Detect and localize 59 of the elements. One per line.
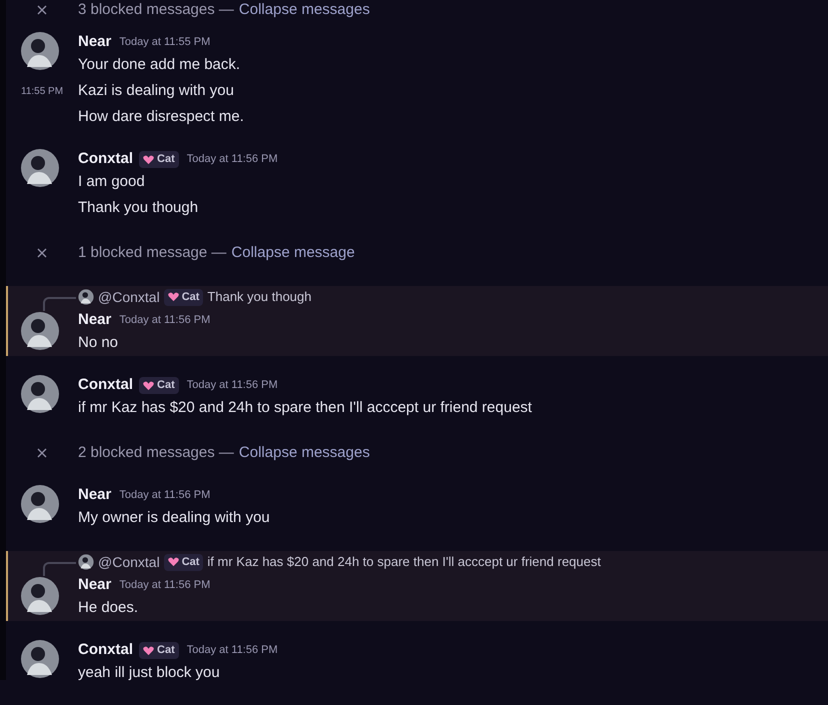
timestamp: Today at 11:56 PM bbox=[119, 578, 210, 594]
heart-icon bbox=[143, 646, 154, 656]
avatar[interactable] bbox=[20, 484, 60, 524]
message-text: Your done add me back. bbox=[78, 54, 240, 75]
timestamp: Today at 11:55 PM bbox=[119, 35, 210, 50]
reply-connector bbox=[43, 562, 76, 576]
username[interactable]: Near bbox=[78, 309, 112, 332]
collapse-link[interactable]: Collapse messages bbox=[238, 0, 370, 22]
close-icon[interactable] bbox=[37, 448, 47, 458]
avatar[interactable] bbox=[20, 31, 60, 71]
blocked-notice: 1 blocked message — bbox=[78, 242, 226, 263]
reply-author[interactable]: @Conxtal bbox=[98, 286, 160, 308]
hover-timestamp: 11:55 PM bbox=[21, 84, 64, 98]
reply-preview[interactable]: if mr Kaz has $20 and 24h to spare then I'll acccept ur friend request bbox=[207, 552, 601, 572]
avatar[interactable] bbox=[20, 148, 60, 188]
close-icon[interactable] bbox=[37, 248, 47, 258]
username[interactable]: Conxtal bbox=[78, 374, 134, 397]
blocked-notice: 3 blocked messages — bbox=[78, 0, 234, 20]
username[interactable]: Near bbox=[78, 574, 112, 597]
username[interactable]: Near bbox=[78, 31, 112, 54]
role-tag: Cat bbox=[139, 642, 179, 659]
message-text: Thank you though bbox=[78, 198, 198, 218]
message-text: How dare disrespect me. bbox=[78, 106, 244, 127]
heart-icon bbox=[168, 557, 179, 567]
message-text: No no bbox=[78, 332, 118, 353]
timestamp: Today at 11:56 PM bbox=[186, 378, 278, 394]
avatar bbox=[78, 289, 94, 305]
heart-icon bbox=[143, 380, 154, 390]
message-text: if mr Kaz has $20 and 24h to spare then I'll acccept ur friend request bbox=[78, 398, 532, 418]
collapse-link[interactable]: Collapse message bbox=[231, 242, 355, 264]
message-text: I am good bbox=[78, 172, 145, 192]
reply-connector bbox=[43, 297, 76, 311]
message-text: He does. bbox=[78, 598, 138, 618]
collapse-link[interactable]: Collapse messages bbox=[238, 442, 370, 464]
username[interactable]: Conxtal bbox=[78, 148, 134, 171]
username[interactable]: Conxtal bbox=[78, 639, 134, 662]
avatar[interactable] bbox=[20, 639, 60, 679]
heart-icon bbox=[143, 154, 154, 164]
avatar[interactable] bbox=[20, 374, 60, 414]
role-tag: Cat bbox=[139, 151, 179, 168]
message-text: yeah ill just block you bbox=[78, 662, 220, 683]
role-tag: Cat bbox=[164, 554, 204, 570]
blocked-notice: 2 blocked messages — bbox=[78, 442, 234, 463]
message-text: My owner is dealing with you bbox=[78, 508, 270, 528]
avatar[interactable] bbox=[20, 576, 60, 616]
username[interactable]: Near bbox=[78, 484, 112, 507]
heart-icon bbox=[168, 292, 179, 302]
role-tag: Cat bbox=[139, 377, 179, 394]
message-text: Kazi is dealing with you bbox=[78, 80, 234, 101]
timestamp: Today at 11:56 PM bbox=[119, 313, 210, 328]
timestamp: Today at 11:56 PM bbox=[119, 488, 210, 504]
close-icon[interactable] bbox=[37, 5, 47, 15]
timestamp: Today at 11:56 PM bbox=[186, 643, 278, 658]
avatar[interactable] bbox=[20, 311, 60, 351]
reply-preview[interactable]: Thank you though bbox=[207, 287, 312, 307]
reply-author[interactable]: @Conxtal bbox=[98, 552, 160, 572]
role-tag: Cat bbox=[164, 288, 204, 306]
avatar bbox=[78, 554, 94, 570]
timestamp: Today at 11:56 PM bbox=[186, 152, 278, 168]
